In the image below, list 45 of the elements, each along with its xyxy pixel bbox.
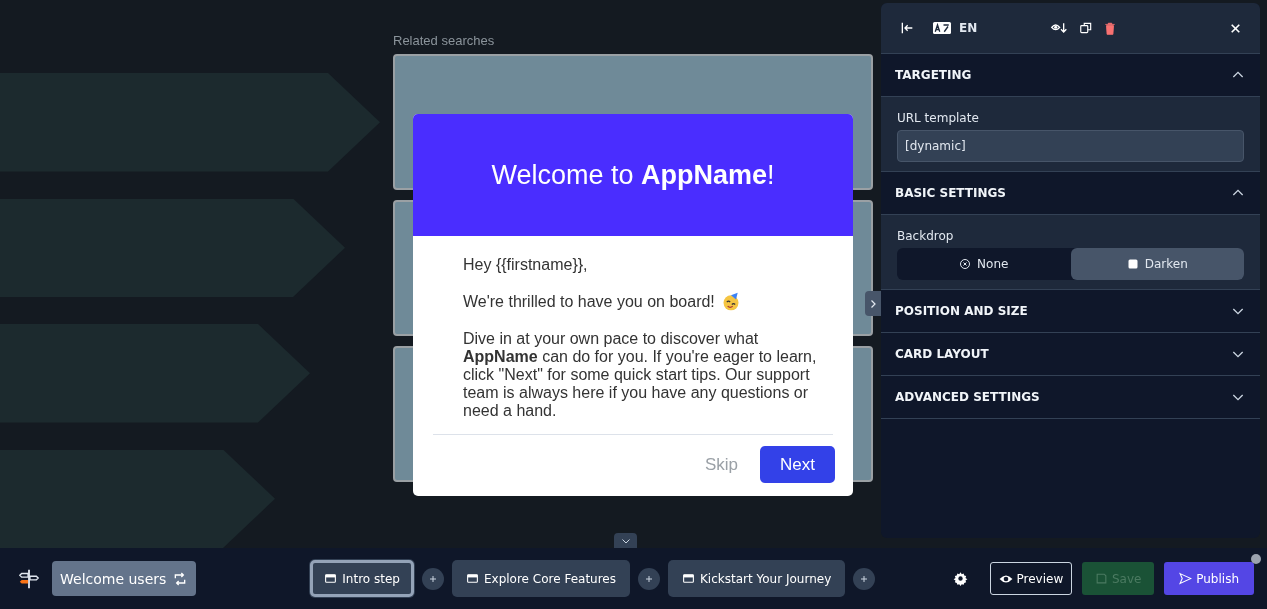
field-label: URL template bbox=[897, 111, 980, 125]
step-tab[interactable]: Intro step bbox=[310, 560, 414, 597]
body-text: Dive in at your own pace to discover what AppName can do for you. If you're eager to learn, click "Next" for some quick start tips. Our support team is always here if you have any questions or need a hand. bbox=[463, 330, 818, 420]
flow-name-button[interactable]: Welcome users bbox=[52, 561, 197, 596]
copy-icon bbox=[1079, 21, 1094, 35]
backdrop-option[interactable]: None bbox=[897, 248, 1071, 280]
field-label: Backdrop bbox=[897, 229, 955, 243]
next-button[interactable]: Next bbox=[760, 446, 835, 483]
card-icon bbox=[682, 572, 695, 585]
url-template-field[interactable]: [dynamic] bbox=[897, 130, 1244, 162]
modal-title: Welcome to AppName! bbox=[491, 159, 775, 191]
greeting-text: Hey {{firstname}}, bbox=[463, 256, 589, 274]
section-header[interactable]: POSITION AND SIZE bbox=[881, 290, 1260, 333]
cancel-circle-icon bbox=[959, 258, 972, 270]
section-label: Related searches bbox=[393, 33, 496, 48]
send-icon bbox=[1179, 572, 1193, 585]
section-title: BASIC SETTINGS bbox=[895, 186, 1006, 200]
delete-icon bbox=[1103, 20, 1118, 36]
step-tab[interactable]: Kickstart Your Journey bbox=[668, 560, 846, 597]
publish-button[interactable]: Publish bbox=[1164, 562, 1254, 595]
add-step-button[interactable] bbox=[853, 567, 876, 590]
close-icon bbox=[1229, 21, 1242, 35]
language-label[interactable]: EN bbox=[959, 21, 978, 35]
visibility-icon bbox=[1049, 20, 1070, 36]
section-title: POSITION AND SIZE bbox=[895, 304, 1028, 318]
intro-text: We're thrilled to have you on board! bbox=[463, 293, 715, 311]
section-title: ADVANCED SETTINGS bbox=[895, 390, 1040, 404]
add-step-button[interactable] bbox=[638, 567, 660, 590]
section-title: CARD LAYOUT bbox=[895, 347, 989, 361]
square-icon bbox=[1126, 258, 1139, 270]
add-step-button[interactable] bbox=[421, 567, 444, 590]
card-icon bbox=[324, 572, 338, 585]
signpost-icon bbox=[18, 567, 40, 590]
card-icon bbox=[465, 572, 479, 585]
status-dot bbox=[1251, 554, 1261, 564]
backdrop-option[interactable]: Darken bbox=[1070, 248, 1244, 280]
section-header[interactable]: CARD LAYOUT bbox=[881, 333, 1260, 376]
settings-icon bbox=[952, 571, 968, 586]
preview-button[interactable]: Preview bbox=[989, 562, 1073, 595]
step-tab[interactable]: Explore Core Features bbox=[451, 560, 630, 597]
scroll-down-button[interactable] bbox=[614, 533, 637, 548]
collapse-panel-icon bbox=[899, 20, 915, 36]
section-title: TARGETING bbox=[895, 68, 972, 82]
section-header[interactable]: ADVANCED SETTINGS bbox=[881, 376, 1260, 419]
collapse-toggle[interactable] bbox=[865, 291, 881, 316]
